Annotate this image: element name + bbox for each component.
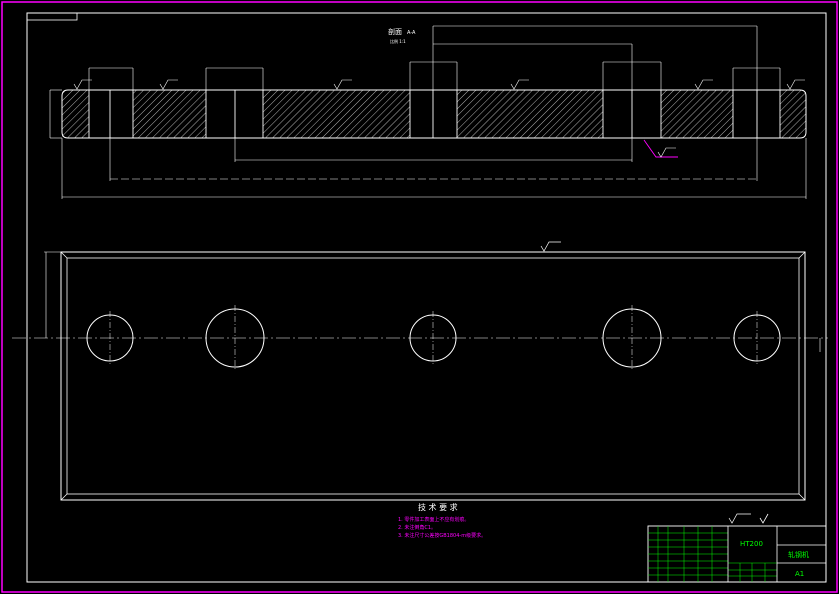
tech-note-3: 3. 未注尺寸公差按GB1804-m级要求。 (398, 532, 486, 539)
side-dimensions (44, 251, 821, 352)
section-label: 剖面 (388, 27, 402, 36)
roughness-main-icon (540, 241, 561, 252)
hatch-seg (133, 90, 206, 138)
section-sub: A-A (407, 30, 416, 36)
bottom-dimensions (61, 138, 807, 199)
plate-outline (60, 251, 806, 501)
roughness-symbols (73, 79, 805, 90)
scale-label: 比例 1:1 (390, 38, 406, 44)
part-name: 轧钢机 (788, 550, 809, 559)
plan-view (12, 241, 828, 501)
roughness-check-icon (759, 513, 769, 524)
hatch-seg (263, 90, 410, 138)
section-view: 剖面 A-A 比例 1:1 (49, 25, 807, 199)
chamfer-corners (60, 251, 806, 501)
leader-roughness-icon (657, 147, 676, 158)
roughness-other-icon (728, 513, 751, 524)
hatch-seg (457, 90, 603, 138)
plate-chamfer-inner (66, 257, 800, 495)
tech-note-2: 2. 未注倒角C1。 (398, 524, 436, 531)
title-block: HT200 轧钢机 A1 (647, 525, 827, 583)
engineering-drawing-canvas: 剖面 A-A 比例 1:1 技 术 要 求 1. 零件加工表面上不应有划痕。 2… (1, 1, 838, 593)
corner-tag (26, 12, 78, 21)
hatch-seg (780, 90, 806, 138)
leader-line (643, 139, 678, 158)
tech-title: 技 术 要 求 (418, 502, 458, 512)
tech-note-1: 1. 零件加工表面上不应有划痕。 (398, 516, 469, 523)
material-label: HT200 (740, 540, 763, 548)
hatch-seg (661, 90, 733, 138)
hatch-seg (62, 90, 89, 138)
technical-requirements: 技 术 要 求 1. 零件加工表面上不应有划痕。 2. 未注倒角C1。 3. 未… (398, 502, 486, 539)
sheet-size: A1 (795, 570, 804, 578)
